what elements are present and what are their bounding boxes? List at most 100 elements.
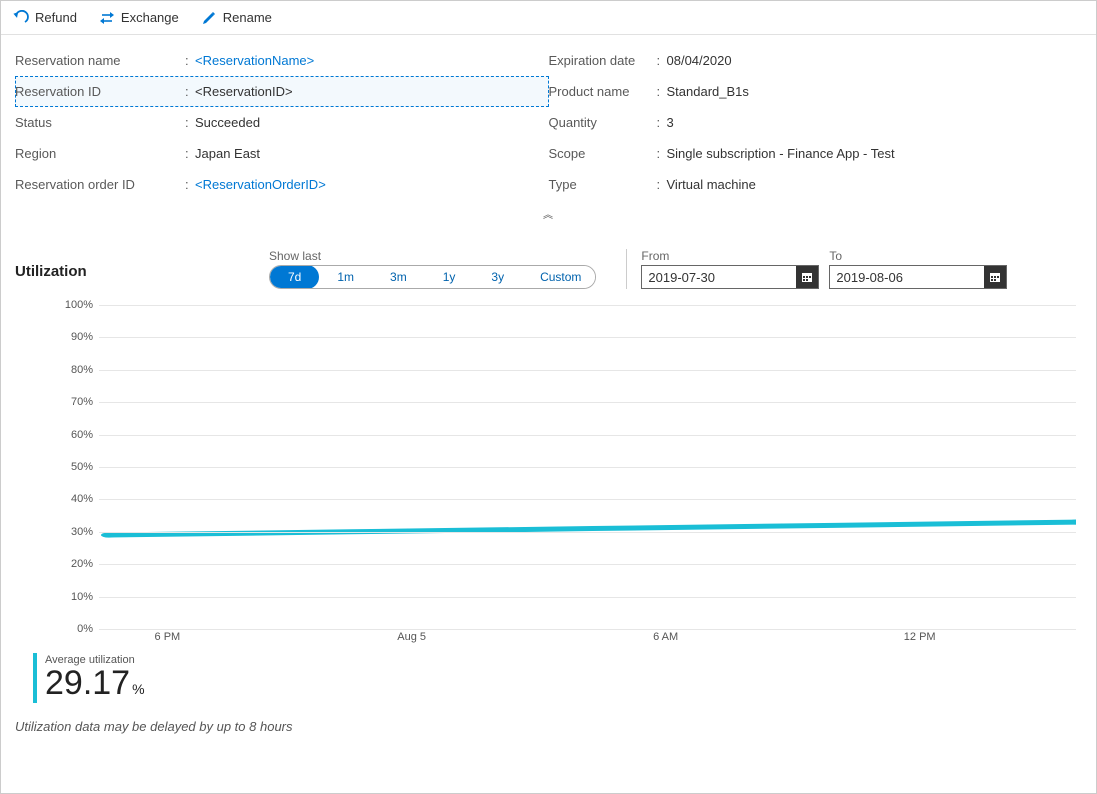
exchange-button[interactable]: Exchange — [95, 6, 183, 30]
pencil-icon — [201, 10, 217, 26]
refund-label: Refund — [35, 10, 77, 25]
detail-row: Region:Japan East — [15, 138, 549, 169]
detail-value: Japan East — [195, 146, 260, 161]
detail-row: Scope:Single subscription - Finance App … — [549, 138, 1083, 169]
chart-y-tick: 10% — [43, 591, 93, 603]
utilization-title: Utilization — [15, 249, 269, 280]
chart-gridline — [99, 499, 1076, 500]
chart-gridline — [99, 337, 1076, 338]
exchange-icon — [99, 10, 115, 26]
chart-x-tick: Aug 5 — [397, 631, 426, 643]
detail-separator: : — [185, 53, 195, 68]
detail-separator: : — [657, 146, 667, 161]
chart-gridline — [99, 402, 1076, 403]
detail-row: Quantity:3 — [549, 107, 1083, 138]
utilization-chart: 6 PMAug 56 AM12 PM 100%90%80%70%60%50%40… — [15, 299, 1082, 649]
average-utilization-metric: Average utilization 29.17% — [15, 653, 1082, 703]
detail-value: 08/04/2020 — [667, 53, 732, 68]
detail-separator: : — [185, 84, 195, 99]
detail-row: Product name:Standard_B1s — [549, 76, 1083, 107]
chart-gridline — [99, 532, 1076, 533]
detail-separator: : — [657, 177, 667, 192]
from-date-value: 2019-07-30 — [642, 270, 796, 285]
detail-separator: : — [657, 53, 667, 68]
detail-label: Quantity — [549, 115, 657, 130]
refund-button[interactable]: Refund — [9, 6, 81, 30]
detail-value: Single subscription - Finance App - Test — [667, 146, 895, 161]
metric-value: 29.17% — [45, 666, 145, 702]
detail-value[interactable]: <ReservationOrderID> — [195, 177, 326, 192]
detail-row: Reservation name:<ReservationName> — [15, 45, 549, 76]
action-toolbar: Refund Exchange Rename — [1, 1, 1096, 35]
range-option-3y[interactable]: 3y — [473, 265, 522, 289]
detail-separator: : — [185, 146, 195, 161]
detail-label: Expiration date — [549, 53, 657, 68]
range-option-1y[interactable]: 1y — [425, 265, 474, 289]
chart-gridline — [99, 629, 1076, 630]
detail-row: Reservation ID:<ReservationID> — [15, 76, 549, 107]
detail-label: Type — [549, 177, 657, 192]
chart-gridline — [99, 564, 1076, 565]
calendar-icon[interactable] — [796, 266, 818, 288]
details-section: Reservation name:<ReservationName>Reserv… — [1, 35, 1096, 204]
details-left-column: Reservation name:<ReservationName>Reserv… — [15, 45, 549, 200]
metric-accent-bar — [33, 653, 37, 703]
detail-label: Region — [15, 146, 185, 161]
detail-label: Reservation name — [15, 53, 185, 68]
calendar-icon[interactable] — [984, 266, 1006, 288]
chart-gridline — [99, 305, 1076, 306]
to-label: To — [829, 249, 1007, 263]
detail-separator: : — [657, 115, 667, 130]
detail-label: Scope — [549, 146, 657, 161]
utilization-footnote: Utilization data may be delayed by up to… — [1, 711, 1096, 744]
detail-label: Product name — [549, 84, 657, 99]
detail-label: Reservation order ID — [15, 177, 185, 192]
collapse-toggle[interactable]: ︽ — [1, 204, 1096, 227]
chart-y-tick: 90% — [43, 331, 93, 343]
range-option-1m[interactable]: 1m — [319, 265, 372, 289]
chart-gridline — [99, 435, 1076, 436]
time-range-pill: 7d1m3m1y3yCustom — [269, 265, 596, 289]
details-right-column: Expiration date:08/04/2020Product name:S… — [549, 45, 1083, 200]
chart-x-tick: 6 AM — [653, 631, 678, 643]
detail-value[interactable]: <ReservationName> — [195, 53, 314, 68]
from-label: From — [641, 249, 819, 263]
to-date-input[interactable]: 2019-08-06 — [829, 265, 1007, 289]
from-date-input[interactable]: 2019-07-30 — [641, 265, 819, 289]
chart-y-tick: 30% — [43, 526, 93, 538]
range-option-7d[interactable]: 7d — [270, 265, 319, 289]
utilization-section: Utilization Show last 7d1m3m1y3yCustom F… — [1, 227, 1096, 711]
detail-label: Reservation ID — [15, 84, 185, 99]
to-date-value: 2019-08-06 — [830, 270, 984, 285]
rename-label: Rename — [223, 10, 272, 25]
detail-row: Reservation order ID:<ReservationOrderID… — [15, 169, 549, 200]
detail-value: Standard_B1s — [667, 84, 749, 99]
range-option-3m[interactable]: 3m — [372, 265, 425, 289]
range-option-custom[interactable]: Custom — [522, 265, 595, 289]
chart-y-tick: 60% — [43, 429, 93, 441]
detail-separator: : — [185, 177, 195, 192]
rename-button[interactable]: Rename — [197, 6, 276, 30]
date-from-item: From 2019-07-30 — [641, 249, 819, 289]
chart-y-tick: 20% — [43, 558, 93, 570]
detail-separator: : — [657, 84, 667, 99]
exchange-label: Exchange — [121, 10, 179, 25]
chart-gridline — [99, 597, 1076, 598]
chart-x-axis: 6 PMAug 56 AM12 PM — [99, 631, 1076, 649]
reservation-detail-panel: Refund Exchange Rename Reservation name:… — [0, 0, 1097, 794]
chart-y-tick: 70% — [43, 396, 93, 408]
chart-y-tick: 80% — [43, 364, 93, 376]
chart-y-tick: 40% — [43, 493, 93, 505]
chart-x-tick: 12 PM — [904, 631, 936, 643]
detail-value: <ReservationID> — [195, 84, 293, 99]
detail-separator: : — [185, 115, 195, 130]
date-to-item: To 2019-08-06 — [829, 249, 1007, 289]
chart-gridline — [99, 467, 1076, 468]
chart-y-tick: 50% — [43, 461, 93, 473]
detail-value: Virtual machine — [667, 177, 756, 192]
detail-value: 3 — [667, 115, 674, 130]
show-last-label: Show last — [269, 249, 596, 263]
utilization-header: Utilization Show last 7d1m3m1y3yCustom F… — [15, 249, 1082, 289]
detail-label: Status — [15, 115, 185, 130]
time-range-block: Show last 7d1m3m1y3yCustom — [269, 249, 596, 289]
